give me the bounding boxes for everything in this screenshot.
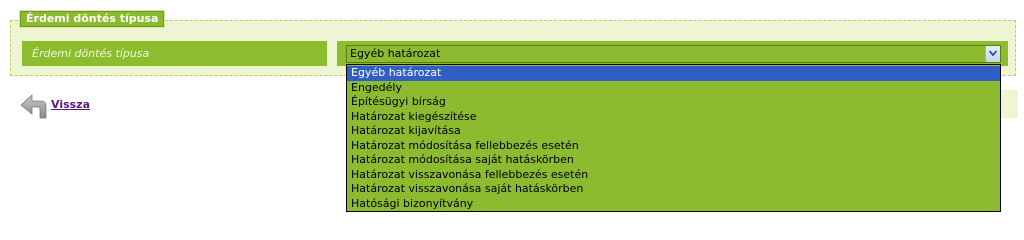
arrow-left-icon <box>19 91 49 121</box>
dropdown-option[interactable]: Határozat visszavonása fellebbezés eseté… <box>347 168 1000 183</box>
dropdown-option[interactable]: Hatósági bizonyítvány <box>347 197 1000 212</box>
back-link[interactable]: Vissza <box>19 91 90 121</box>
dropdown-option[interactable]: Építésügyi bírság <box>347 95 1000 110</box>
decision-type-select[interactable]: Egyéb határozat <box>346 45 1001 63</box>
dropdown-option[interactable]: Egyéb határozat <box>347 66 1000 81</box>
dropdown-option[interactable]: Határozat módosítása fellebbezés esetén <box>347 139 1000 154</box>
dropdown-option[interactable]: Határozat kiegészítése <box>347 110 1000 125</box>
panel-edge <box>1000 90 1018 118</box>
dropdown-option[interactable]: Határozat visszavonása saját hatáskörben <box>347 182 1000 197</box>
select-current-value: Egyéb határozat <box>350 47 441 60</box>
back-link-label: Vissza <box>51 97 91 111</box>
chevron-down-icon[interactable] <box>985 46 1000 62</box>
decision-type-label: Érdemi döntés típusa <box>22 41 327 66</box>
section-legend: Érdemi döntés típusa <box>18 10 166 28</box>
dropdown-option[interactable]: Határozat módosítása saját hatáskörben <box>347 153 1000 168</box>
dropdown-option[interactable]: Engedély <box>347 81 1000 96</box>
dropdown-option[interactable]: Határozat kijavítása <box>347 124 1000 139</box>
decision-type-options-list[interactable]: Egyéb határozat Engedély Építésügyi bírság… <box>346 64 1001 212</box>
